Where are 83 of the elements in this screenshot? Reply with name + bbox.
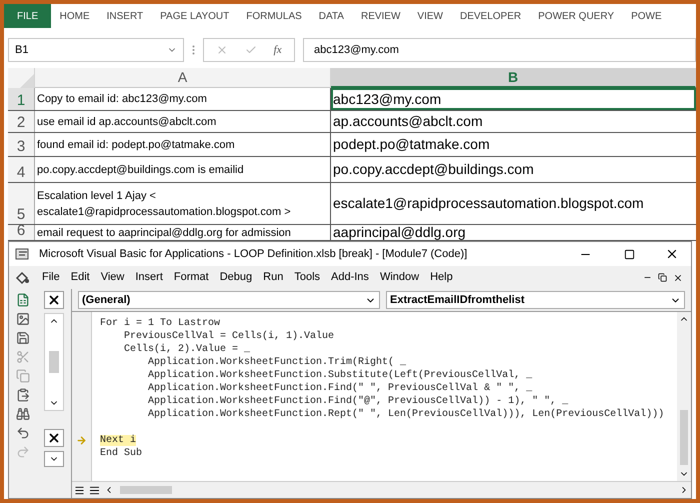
close-icon[interactable] (665, 247, 679, 261)
formula-field[interactable]: abc123@my.com (303, 38, 696, 62)
column-header[interactable]: B (331, 68, 696, 88)
menu-item[interactable]: Edit (66, 269, 95, 286)
app-icon (15, 247, 31, 261)
table-cell: use email id ap.accounts@abclt.com (35, 111, 331, 132)
row-header[interactable]: 3 (8, 133, 35, 156)
procedure-dropdown[interactable]: ExtractEmailIDfromthelist (386, 291, 685, 309)
scroll-thumb[interactable] (49, 351, 59, 373)
procedure-view-icon[interactable] (74, 484, 85, 496)
pane-scrollbar[interactable] (44, 313, 64, 411)
menu-item[interactable]: Tools (289, 269, 326, 286)
vba-logo-icon (15, 270, 31, 284)
table-cell: po.copy.accdept@buildings.com is emailid (35, 157, 331, 182)
table-cell-text: podept.po@tatmake.com (332, 135, 491, 154)
table-cell: found email id: podept.po@tatmake.com (35, 133, 331, 156)
code-line: Application.WorksheetFunction.Rept(" ", Len(PreviousCellVal))), Len(PreviousCellVal))) (147, 409, 664, 420)
spreadsheet-icon[interactable] (16, 293, 30, 307)
grip-icon (192, 45, 195, 55)
close-icon (47, 293, 61, 307)
vertical-scrollbar[interactable] (677, 312, 691, 481)
corner-triangle-icon (20, 74, 34, 88)
save-icon[interactable] (16, 331, 30, 345)
code-line: Application.WorksheetFunction.Find("@", PreviousCellVal)) - 1), " ", _ (147, 396, 568, 407)
object-dropdown[interactable]: (General) (78, 291, 380, 309)
maximize-icon[interactable] (624, 248, 635, 260)
ribbon-tab[interactable]: INSERT (98, 4, 152, 28)
menu-item[interactable]: Help (425, 269, 458, 286)
row-header[interactable]: 6 (8, 225, 35, 240)
full-module-view-icon[interactable] (89, 484, 100, 496)
table-cell-text: escalate1@rapidprocessautomation.blogspot.com (332, 194, 645, 213)
row-header[interactable]: 2 (8, 111, 35, 132)
ribbon-tab[interactable]: FORMULAS (238, 4, 310, 28)
ribbon-tab[interactable]: PAGE LAYOUT (152, 4, 238, 28)
code-line: PreviousCellVal = Cells(i, 1).Value (123, 331, 334, 342)
row-header[interactable]: 1 (8, 88, 35, 110)
paste-icon[interactable] (16, 388, 30, 402)
table-cell-text: po.copy.accdept@buildings.com (332, 160, 535, 179)
restore-icon[interactable] (658, 273, 667, 282)
menu-item[interactable]: File (37, 269, 65, 286)
binoculars-icon[interactable] (16, 407, 30, 421)
code-line: Application.WorksheetFunction.Substitute(Left(PreviousCellVal, _ (147, 370, 532, 381)
menu-item[interactable]: Run (258, 269, 288, 286)
ribbon-tab[interactable]: FILE (4, 4, 52, 28)
row-header[interactable]: 4 (8, 157, 35, 182)
table-cell-text: aaprincipal@ddlg.org (332, 225, 467, 240)
ribbon-tab[interactable]: DEVELOPER (451, 4, 530, 28)
picture-icon[interactable] (16, 312, 30, 326)
ribbon-tab[interactable]: POWER QUERY (530, 4, 623, 28)
window-title: Microsoft Visual Basic for Applications - LOOP Definition.xlsb [break] - [Module7 (Code)] (39, 246, 468, 262)
scroll-thumb[interactable] (680, 410, 688, 465)
close-icon (47, 431, 61, 445)
menu-item[interactable]: Window (374, 269, 424, 286)
ribbon-tab[interactable]: POWE (622, 4, 670, 28)
undo-icon[interactable] (16, 426, 30, 440)
menu-item[interactable]: Debug (214, 269, 258, 286)
close-pane-button[interactable] (44, 429, 64, 447)
table-cell: Copy to email id: abc123@my.com (35, 88, 331, 110)
menu-item[interactable]: Add-Ins (326, 269, 374, 286)
menu-item[interactable]: View (96, 269, 130, 286)
ribbon-tab[interactable]: REVIEW (352, 4, 409, 28)
ribbon-tab[interactable]: VIEW (408, 4, 452, 28)
menu-item[interactable]: Insert (130, 269, 168, 286)
column-header[interactable]: A (35, 68, 331, 88)
close-pane-button[interactable] (44, 291, 64, 309)
row-header[interactable]: 5 (8, 183, 35, 224)
code-line: Cells(i, 2).Value = _ (123, 344, 250, 355)
ribbon-tab[interactable]: DATA (310, 4, 352, 28)
code-line: Application.WorksheetFunction.Find(" ", PreviousCellVal & " ", _ (147, 383, 532, 394)
code-line: Application.WorksheetFunction.Trim(Right( _ (147, 357, 406, 368)
execution-arrow-icon (76, 435, 87, 446)
table-cell-text: ap.accounts@abclt.com (332, 112, 484, 131)
scroll-thumb[interactable] (120, 486, 172, 494)
table-cell: abc123@my.com (331, 88, 696, 110)
menu-item[interactable]: Format (168, 269, 214, 286)
ribbon-tab[interactable]: HOME (51, 4, 98, 28)
table-cell: email request to aaprincipal@ddlg.org for admission (35, 225, 331, 240)
close-icon[interactable] (673, 272, 683, 282)
code-line: End Sub (100, 448, 142, 459)
code-line: For i = 1 To Lastrow (100, 318, 220, 329)
table-cell: Escalation level 1 Ajay < escalate1@rapidprocessautomation.blogspot.com > (35, 183, 331, 224)
insert-function-button[interactable]: fx (274, 42, 282, 58)
name-box[interactable]: B1 (8, 38, 184, 62)
